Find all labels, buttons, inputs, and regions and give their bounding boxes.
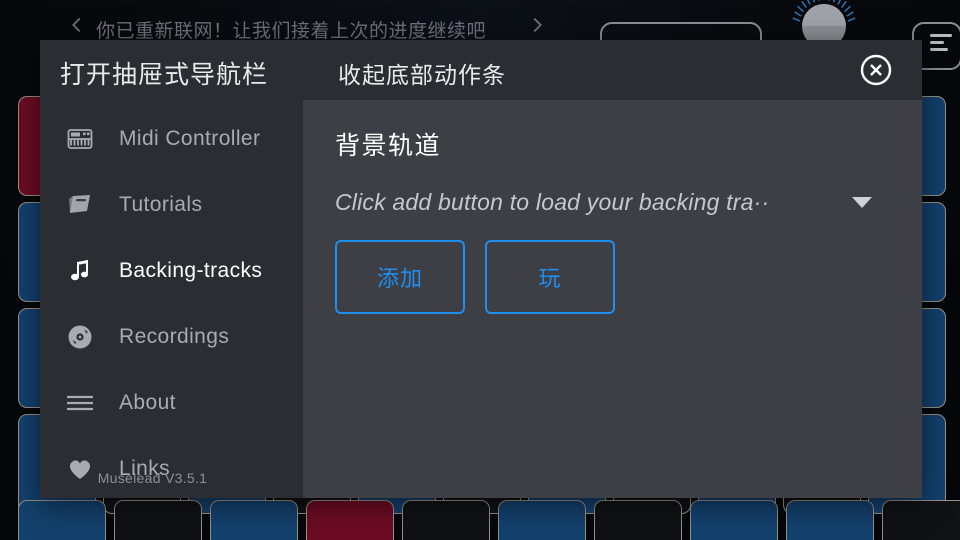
app-version-label: Muselead V3.5.1 (97, 470, 208, 486)
sidebar-item-tutorials[interactable]: Tutorials (40, 172, 303, 238)
drawer-title: 打开抽屉式导航栏 (60, 61, 269, 89)
add-backing-track-button[interactable]: 添加 (335, 240, 465, 314)
sidebar-item-label: About (119, 391, 176, 414)
pad-button[interactable] (210, 500, 298, 540)
music-note-icon (65, 256, 95, 286)
sidebar-item-about[interactable]: About (40, 370, 303, 436)
app-root: 你已重新联网！让我们接着上次的进度继续吧 打开抽屉式导航栏 Midi Contr… (0, 0, 960, 540)
pad-button[interactable] (306, 500, 394, 540)
pad-button[interactable] (882, 500, 960, 540)
pad-button[interactable] (786, 500, 874, 540)
backing-track-panel: 背景轨道 Click add button to load your backi… (303, 100, 922, 498)
pad-button[interactable] (18, 500, 106, 540)
drawer-content: 收起底部动作条 背景轨道 Click add button to load yo… (303, 40, 922, 498)
disc-icon (65, 322, 95, 352)
sidebar-item-label: Tutorials (119, 193, 203, 216)
chevron-right-icon[interactable] (526, 14, 548, 36)
backing-track-select-value: Click add button to load your backing tr… (335, 188, 770, 215)
nav-list: Midi Controller Tutorials Backing-tracks… (40, 106, 324, 498)
menu-lines-icon (930, 34, 952, 51)
pad-button[interactable] (594, 500, 682, 540)
close-circle-icon[interactable] (854, 48, 898, 92)
backing-track-select[interactable]: Click add button to load your backing tr… (335, 182, 882, 222)
pad-button[interactable] (690, 500, 778, 540)
sidebar-item-links[interactable]: Links (40, 436, 303, 498)
panel-heading: 背景轨道 (335, 132, 442, 160)
play-backing-track-button[interactable]: 玩 (485, 240, 615, 314)
hamburger-lines-icon (65, 388, 95, 418)
book-icon (65, 190, 95, 220)
sidebar-item-midi-controller[interactable]: Midi Controller (40, 106, 303, 172)
chevron-left-icon[interactable] (66, 14, 88, 36)
reconnect-banner-text: 你已重新联网！让我们接着上次的进度继续吧 (96, 21, 487, 42)
pad-button[interactable] (498, 500, 586, 540)
piano-keyboard-icon (65, 124, 95, 154)
sidebar-item-label: Midi Controller (119, 127, 261, 150)
sidebar-item-label: Recordings (119, 325, 230, 348)
sidebar-item-label: Backing-tracks (119, 259, 263, 282)
navigation-drawer-dialog: 打开抽屉式导航栏 Midi Controller Tutorials Backi… (40, 40, 922, 498)
content-header: 收起底部动作条 (303, 40, 922, 100)
sidebar-item-backing-tracks[interactable]: Backing-tracks (40, 238, 324, 304)
pad-button[interactable] (402, 500, 490, 540)
nav-drawer: 打开抽屉式导航栏 Midi Controller Tutorials Backi… (40, 40, 324, 498)
sidebar-item-recordings[interactable]: Recordings (40, 304, 303, 370)
panel-button-row: 添加 玩 (335, 240, 615, 314)
content-title: 收起底部动作条 (338, 62, 506, 88)
pad-button[interactable] (114, 500, 202, 540)
chevron-down-icon (852, 196, 872, 208)
